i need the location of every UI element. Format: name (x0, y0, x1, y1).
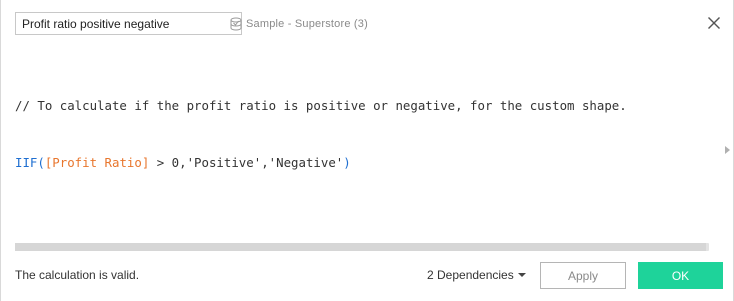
apply-button[interactable]: Apply (540, 262, 626, 289)
formula-comment: // To calculate if the profit ratio is p… (15, 98, 627, 113)
formula-comma: , (261, 155, 269, 170)
formula-expression-line: IIF([Profit Ratio] > 0,'Positive','Negat… (15, 153, 707, 172)
formula-editor[interactable]: // To calculate if the profit ratio is p… (15, 58, 707, 240)
formula-string-positive: 'Positive' (186, 155, 262, 170)
scrollbar-thumb[interactable] (15, 243, 706, 251)
datasource-label: Sample - Superstore (3) (228, 13, 368, 35)
expand-panel-arrow-icon[interactable] (725, 146, 730, 154)
formula-close-paren: ) (343, 155, 351, 170)
calculation-name-input[interactable] (15, 12, 242, 35)
database-icon (230, 17, 242, 31)
dependencies-dropdown[interactable]: 2 Dependencies (427, 268, 526, 282)
horizontal-scrollbar[interactable] (15, 243, 709, 251)
datasource-name: Sample - Superstore (3) (246, 18, 368, 30)
dependencies-label: 2 Dependencies (427, 268, 514, 282)
validation-status: The calculation is valid. (15, 268, 140, 282)
close-icon[interactable] (707, 16, 721, 30)
formula-comment-line: // To calculate if the profit ratio is p… (15, 96, 707, 115)
calculation-editor-dialog: Sample - Superstore (3) // To calculate … (0, 0, 734, 301)
formula-field-reference: [Profit Ratio] (44, 155, 150, 170)
formula-string-negative: 'Negative' (268, 155, 344, 170)
formula-function: IIF( (15, 155, 45, 170)
caret-down-icon (517, 273, 526, 277)
ok-button[interactable]: OK (638, 262, 723, 289)
formula-operator: > 0, (149, 155, 187, 170)
